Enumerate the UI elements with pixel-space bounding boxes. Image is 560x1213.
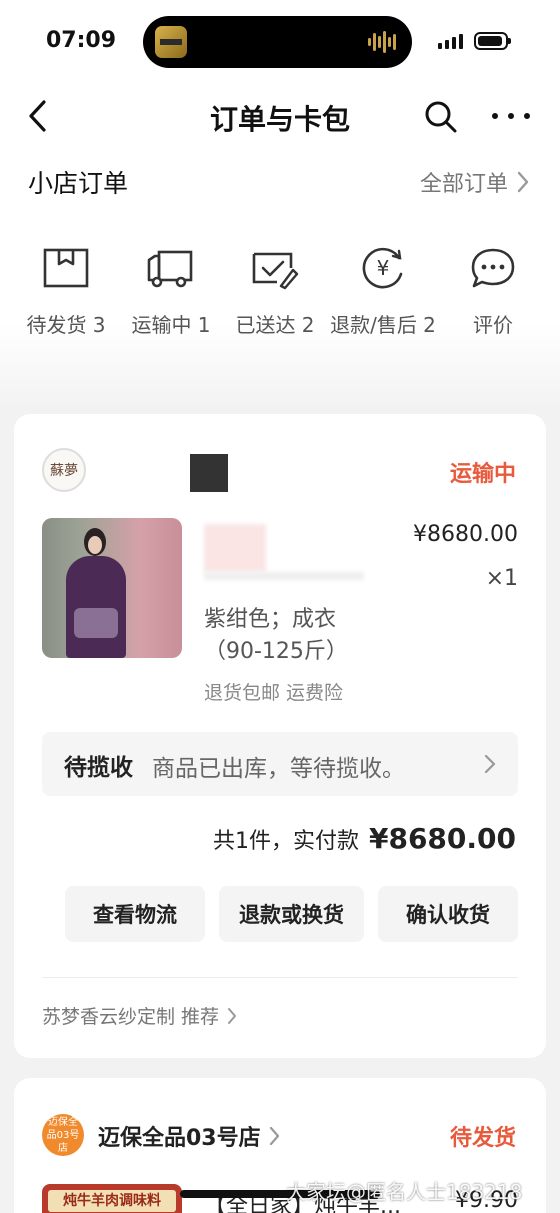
redacted-product-name bbox=[204, 524, 266, 572]
page-title: 订单与卡包 bbox=[209, 103, 350, 136]
refund-exchange-button[interactable]: 退款或换货 bbox=[219, 886, 364, 942]
status-in-transit[interactable]: 运输中 1 bbox=[116, 246, 226, 340]
now-playing-thumbnail bbox=[155, 26, 187, 58]
chevron-right-icon bbox=[517, 171, 529, 193]
all-orders-link[interactable]: 全部订单 bbox=[420, 166, 530, 198]
redacted-shop-name bbox=[190, 454, 228, 492]
search-icon[interactable] bbox=[422, 98, 458, 134]
dynamic-island bbox=[143, 16, 412, 68]
status-review[interactable]: 评价 bbox=[438, 246, 548, 340]
logistics-status[interactable]: 待揽收 商品已出库，等待揽收。 bbox=[42, 732, 518, 796]
order-status-badge: 待发货 bbox=[449, 1126, 516, 1151]
battery-icon bbox=[474, 32, 511, 50]
shop-name-link[interactable]: 迈保全品03号店 bbox=[98, 1120, 281, 1152]
product-image[interactable]: 炖牛羊肉调味料 bbox=[42, 1184, 182, 1213]
status-label: 评价 bbox=[473, 313, 513, 337]
order-status-badge: 运输中 bbox=[449, 462, 516, 487]
status-pending-shipment[interactable]: 待发货 3 bbox=[11, 246, 121, 340]
status-label: 运输中 1 bbox=[131, 313, 211, 337]
order-total: 共1件，实付款 ¥8680.00 bbox=[213, 822, 516, 855]
truck-icon bbox=[147, 250, 193, 288]
shop-name: 迈保全品03号店 bbox=[98, 1126, 261, 1151]
more-dots-icon[interactable] bbox=[492, 103, 530, 129]
chevron-right-icon bbox=[484, 754, 496, 774]
refund-yen-icon: ¥ bbox=[362, 247, 403, 289]
status-delivered[interactable]: 已送达 2 bbox=[220, 246, 330, 340]
total-amount: ¥8680.00 bbox=[368, 822, 516, 855]
package-icon bbox=[43, 248, 89, 288]
chevron-right-icon bbox=[269, 1126, 279, 1146]
status-label: 退款/售后 2 bbox=[330, 313, 436, 337]
shop-recommend-link[interactable]: 苏梦香云纱定制 推荐 bbox=[42, 1002, 237, 1029]
product-image[interactable] bbox=[42, 518, 182, 658]
logistics-text: 商品已出库，等待揽收。 bbox=[152, 756, 405, 782]
recommend-label: 苏梦香云纱定制 推荐 bbox=[42, 1006, 220, 1028]
status-time: 07:09 bbox=[46, 28, 117, 53]
section-title: 小店订单 bbox=[28, 169, 129, 198]
delivered-icon bbox=[252, 252, 299, 290]
product-image-label: 炖牛羊肉调味料 bbox=[48, 1190, 176, 1212]
shop-logo[interactable]: 蘇夢 bbox=[42, 448, 86, 492]
watermark: 大家坛@匿名人士183218 bbox=[286, 1180, 523, 1204]
order-card[interactable]: 蘇夢 运输中 ¥8680.00 ×1 紫绀色；成衣（90-125斤） 退货包邮 … bbox=[14, 414, 546, 1058]
total-label: 共1件，实付款 bbox=[212, 829, 359, 854]
product-price: ¥8680.00 bbox=[413, 522, 518, 547]
view-logistics-button[interactable]: 查看物流 bbox=[65, 886, 205, 942]
status-label: 已送达 2 bbox=[235, 313, 315, 337]
comment-icon bbox=[471, 248, 515, 288]
signal-icon bbox=[438, 33, 463, 49]
product-quantity: ×1 bbox=[485, 566, 518, 591]
confirm-receipt-button[interactable]: 确认收货 bbox=[378, 886, 518, 942]
status-refund[interactable]: ¥ 退款/售后 2 bbox=[328, 246, 438, 340]
all-orders-label: 全部订单 bbox=[419, 172, 508, 197]
redacted-product-name-line bbox=[204, 572, 364, 580]
logistics-title: 待揽收 bbox=[64, 755, 133, 781]
service-tags: 退货包邮 运费险 bbox=[204, 682, 344, 704]
product-spec: 紫绀色；成衣（90-125斤） bbox=[204, 607, 348, 664]
chevron-right-icon bbox=[228, 1007, 237, 1024]
shop-logo[interactable]: 迈保全品03号店 bbox=[42, 1114, 84, 1156]
divider bbox=[42, 977, 518, 978]
svg-text:¥: ¥ bbox=[377, 256, 390, 280]
status-label: 待发货 3 bbox=[26, 313, 106, 337]
audio-wave-icon bbox=[368, 30, 398, 54]
